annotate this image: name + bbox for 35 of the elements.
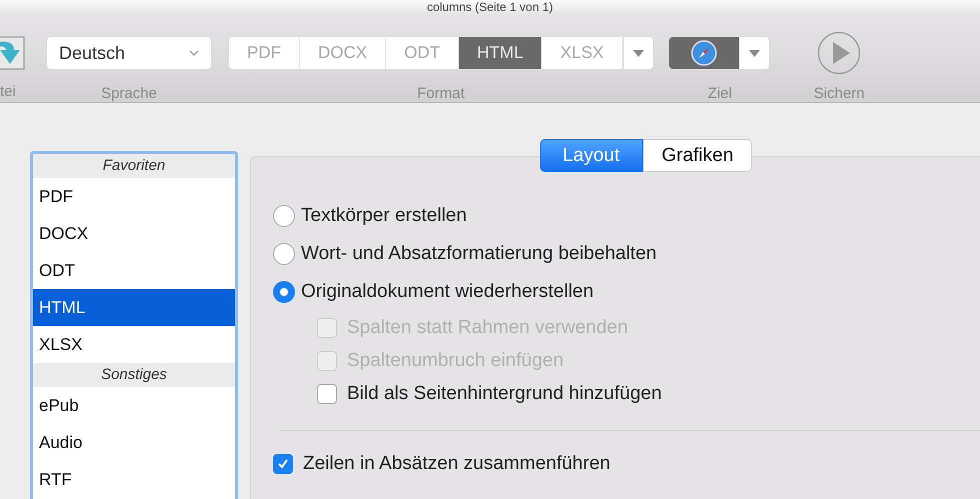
tab[interactable]: Layout [540,139,643,172]
radio-button[interactable] [273,205,295,227]
toolbar-label: Format [417,85,465,102]
option-label: Zeilen in Absätzen zusammenführen [303,453,610,475]
radio-button[interactable] [273,281,295,303]
list-item[interactable]: Audio [33,424,235,461]
check-icon [277,458,289,470]
toolbar-label: tei [0,83,16,100]
list-item[interactable]: DOCX [33,215,235,252]
list-item[interactable]: XLSX [33,326,235,363]
list-item[interactable]: ePub [33,387,235,424]
list-item[interactable]: PDF [33,178,235,215]
compass-icon[interactable] [668,37,739,69]
language-dropdown[interactable]: Deutsch [46,36,212,70]
chevron-icon [189,50,199,56]
section-header: Favoriten [33,154,235,178]
checkbox[interactable] [273,454,293,474]
download-icon[interactable] [0,36,26,70]
format-segment[interactable]: HTML [459,37,542,69]
play-icon[interactable] [817,31,862,75]
checkbox[interactable] [317,384,337,404]
radio-button[interactable] [273,243,295,265]
option-label: Bild als Seitenhintergrund hinzufügen [347,382,662,404]
option-label: Wort- und Absatzformatierung beibehalten [301,243,657,265]
list-item[interactable]: HTML [33,289,235,326]
option-label: Textkörper erstellen [301,205,467,227]
toolbar-label: Ziel [708,85,732,102]
toolbar-label: Sichern [814,85,865,102]
section-header: Sonstiges [33,363,235,387]
window-title: columns (Seite 1 von 1) [426,0,554,14]
toolbar-label: Sprache [101,85,157,102]
option-label: Originaldokument wiederherstellen [301,281,594,303]
tab[interactable]: Grafiken [642,139,752,172]
list-item[interactable]: ODT [33,252,235,289]
list-item[interactable]: RTF [33,461,235,498]
